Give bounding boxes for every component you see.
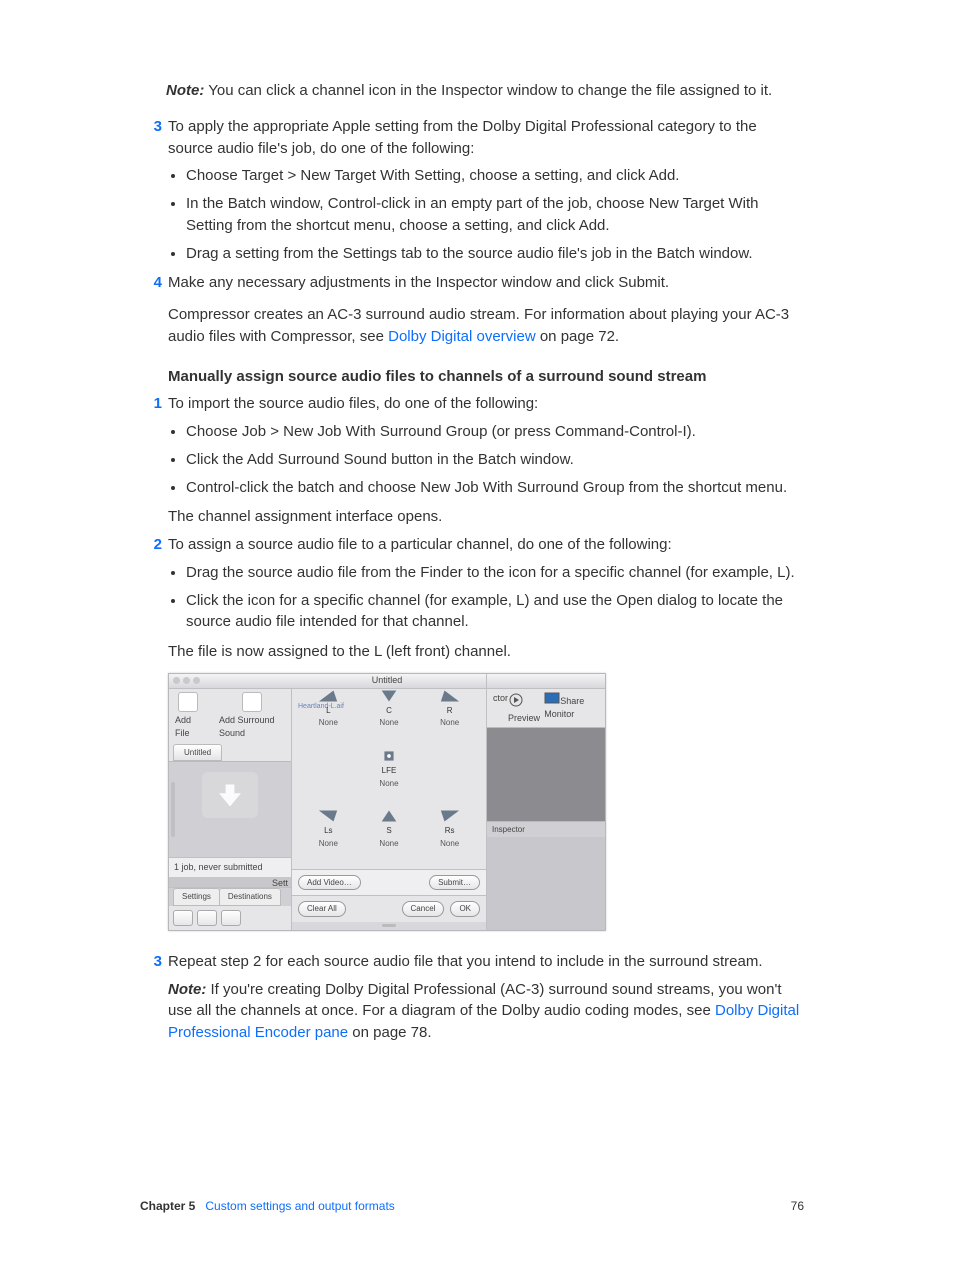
note-label: Note:: [166, 82, 204, 99]
speaker-right-icon: [439, 688, 461, 704]
mstep1-after: The channel assignment interface opens.: [168, 506, 804, 528]
lfe-icon: [378, 748, 400, 764]
down-arrow-icon: [219, 784, 241, 806]
channel-L[interactable]: L None: [298, 688, 359, 744]
scrollbar[interactable]: [171, 782, 175, 837]
speaker-rs-icon: [439, 808, 461, 824]
ok-button[interactable]: OK: [450, 901, 480, 917]
list-item: Click the Add Surround Sound button in t…: [186, 449, 804, 471]
channel-S[interactable]: S None: [359, 808, 420, 864]
mstep-1: 1 To import the source audio files, do o…: [140, 393, 804, 415]
drop-zone[interactable]: [202, 772, 258, 818]
list-item: Drag the source audio file from the Find…: [186, 562, 804, 584]
channel-C[interactable]: C None: [359, 688, 420, 744]
step-3: 3 To apply the appropriate Apple setting…: [140, 116, 804, 160]
note-2: Note: If you're creating Dolby Digital P…: [168, 979, 804, 1044]
speaker-left-icon: [317, 688, 339, 704]
step-text: Make any necessary adjustments in the In…: [168, 272, 804, 294]
bottom-icon-row: [169, 906, 291, 930]
preview-area: [487, 727, 605, 821]
channel-Rs[interactable]: Rs None: [419, 808, 480, 864]
tab-destinations[interactable]: Destinations: [219, 888, 281, 906]
preview-button[interactable]: Preview: [508, 692, 544, 725]
speaker-ls-icon: [317, 808, 339, 824]
chapter-title: Custom settings and output formats: [205, 1199, 394, 1213]
sett-label: Sett: [169, 877, 291, 887]
channel-LFE[interactable]: LFE None: [359, 748, 420, 804]
channel-Ls[interactable]: Ls None: [298, 808, 359, 864]
monitor-icon: [544, 692, 560, 704]
step-text: Repeat step 2 for each source audio file…: [168, 951, 804, 973]
mstep-3: 3 Repeat step 2 for each source audio fi…: [140, 951, 804, 973]
mstep2-after: The file is now assigned to the L (left …: [168, 641, 804, 663]
page-footer: Chapter 5 Custom settings and output form…: [140, 1198, 804, 1215]
step-number: 3: [140, 116, 162, 160]
list-item: Click the icon for a specific channel (f…: [186, 590, 804, 634]
icon-button[interactable]: [221, 910, 241, 926]
surround-icon: [242, 692, 262, 712]
mstep-2: 2 To assign a source audio file to a par…: [140, 534, 804, 556]
dolby-overview-link[interactable]: Dolby Digital overview: [388, 328, 536, 345]
mstep-2-bullets: Drag the source audio file from the Find…: [140, 562, 804, 633]
step-number: 2: [140, 534, 162, 556]
tab-untitled[interactable]: Untitled: [173, 744, 222, 762]
resize-handle[interactable]: [292, 922, 486, 930]
status-text: 1 job, never submitted: [169, 857, 291, 877]
submit-button[interactable]: Submit…: [429, 875, 480, 891]
ctor-button[interactable]: ctor: [493, 692, 508, 725]
share-monitor-button[interactable]: Share Monitor: [544, 692, 599, 725]
add-video-button[interactable]: Add Video…: [298, 875, 361, 891]
inspector-body: [487, 837, 605, 930]
add-surround-button[interactable]: Add Surround Sound: [219, 692, 285, 740]
list-item: Choose Target > New Target With Setting,…: [186, 165, 804, 187]
mstep-1-bullets: Choose Job > New Job With Surround Group…: [140, 421, 804, 498]
traffic-lights[interactable]: [173, 677, 200, 684]
channel-R[interactable]: R None: [419, 688, 480, 744]
icon-button[interactable]: [197, 910, 217, 926]
cancel-button[interactable]: Cancel: [402, 901, 445, 917]
speaker-center-icon: [378, 688, 400, 704]
add-file-button[interactable]: Add File: [175, 692, 201, 740]
note-text: You can click a channel icon in the Insp…: [208, 82, 772, 99]
after-step4: Compressor creates an AC-3 surround audi…: [168, 304, 804, 348]
clear-all-button[interactable]: Clear All: [298, 901, 346, 917]
step-number: 1: [140, 393, 162, 415]
file-icon: [178, 692, 198, 712]
list-item: Control-click the batch and choose New J…: [186, 477, 804, 499]
chapter-number: Chapter 5: [140, 1199, 195, 1213]
speaker-s-icon: [378, 808, 400, 824]
step-number: 3: [140, 951, 162, 973]
step-text: To assign a source audio file to a parti…: [168, 534, 804, 556]
subsection-heading: Manually assign source audio files to ch…: [168, 366, 804, 388]
compressor-window: Untitled Add File Add Surround Sound Unt…: [168, 673, 606, 931]
tab-settings[interactable]: Settings: [173, 888, 220, 906]
step-text: To import the source audio files, do one…: [168, 393, 804, 415]
list-item: Choose Job > New Job With Surround Group…: [186, 421, 804, 443]
note-label: Note:: [168, 981, 206, 998]
list-item: In the Batch window, Control-click in an…: [186, 193, 804, 237]
step-4: 4 Make any necessary adjustments in the …: [140, 272, 804, 294]
list-item: Drag a setting from the Settings tab to …: [186, 243, 804, 265]
play-circle-icon: [508, 692, 524, 708]
step-3-bullets: Choose Target > New Target With Setting,…: [140, 165, 804, 264]
inspector-bar: Inspector: [487, 821, 605, 838]
note-1: Note: You can click a channel icon in th…: [166, 80, 804, 102]
page-number: 76: [791, 1198, 804, 1215]
step-text: To apply the appropriate Apple setting f…: [168, 116, 804, 160]
icon-button[interactable]: [173, 910, 193, 926]
step-number: 4: [140, 272, 162, 294]
